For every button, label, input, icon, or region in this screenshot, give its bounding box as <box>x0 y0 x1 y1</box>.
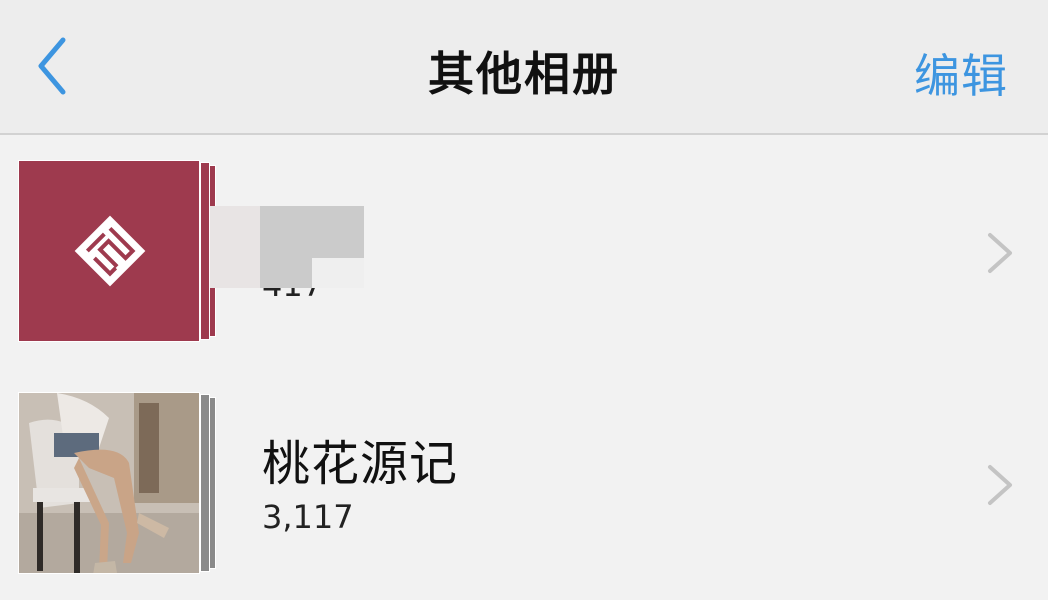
page-title: 其他相册 <box>428 47 620 101</box>
album-cover-stack <box>18 392 218 574</box>
album-cover <box>18 160 200 342</box>
chevron-right-icon <box>988 233 1012 273</box>
redacted-block <box>210 206 364 288</box>
album-count-clip: 417 <box>262 288 342 308</box>
album-count: 3,117 <box>262 498 354 536</box>
album-cover-stack <box>18 160 218 342</box>
album-row[interactable]: 417 <box>0 136 1048 368</box>
redacted-block-part <box>210 206 260 288</box>
stack-layer <box>200 162 210 340</box>
knot-logo-icon <box>74 215 146 287</box>
album-row[interactable]: 桃花源记 3,117 <box>0 368 1048 600</box>
stack-layer <box>200 394 210 572</box>
chevron-right-icon <box>988 465 1012 505</box>
album-name: 桃花源记 <box>262 436 459 492</box>
album-cover <box>18 392 200 574</box>
photo-thumbnail <box>19 393 199 573</box>
navigation-bar: 其他相册 编辑 <box>0 0 1048 135</box>
redacted-block-part <box>312 258 364 288</box>
album-count: 417 <box>262 288 323 304</box>
edit-button[interactable]: 编辑 <box>914 40 1008 106</box>
